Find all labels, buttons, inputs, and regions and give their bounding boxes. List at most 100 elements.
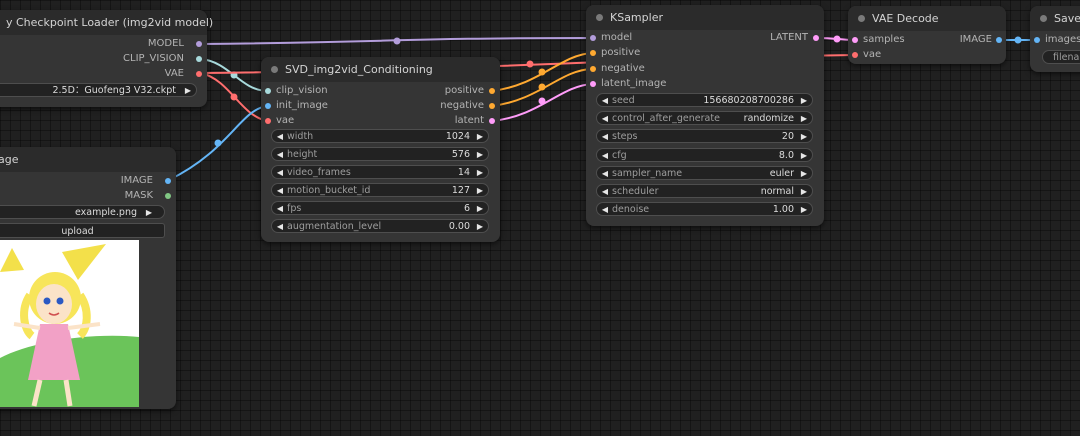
image-value: example.png [75, 207, 137, 218]
collapse-dot-icon[interactable] [596, 14, 603, 21]
cfg-widget[interactable]: ◀ cfg 8.0 ▶ [596, 148, 813, 162]
chevron-right-icon[interactable]: ▶ [799, 130, 809, 144]
seed-widget[interactable]: ◀ seed 156680208700286 ▶ [596, 93, 813, 107]
input-samples-label: samples [863, 34, 905, 45]
filename-prefix-widget[interactable]: filenam [1042, 50, 1080, 64]
vae-decode-node[interactable]: VAE Decode samples vae IMAGE [848, 6, 1006, 64]
input-images-slot[interactable] [1034, 37, 1040, 43]
chevron-right-icon[interactable]: ▶ [799, 167, 809, 181]
height-widget[interactable]: ◀ height 576 ▶ [271, 147, 489, 161]
checkpoint-loader-node[interactable]: y Checkpoint Loader (img2vid model) MODE… [0, 10, 213, 107]
chevron-right-icon[interactable]: ▶ [475, 202, 485, 216]
widget-label: video_frames [287, 167, 351, 178]
chevron-right-icon[interactable]: ▶ [799, 94, 809, 108]
input-clip-vision-slot[interactable] [265, 88, 271, 94]
output-mask-label: MASK [124, 190, 153, 201]
chevron-right-icon[interactable]: ▶ [799, 112, 809, 126]
scheduler-widget[interactable]: ◀ scheduler normal ▶ [596, 184, 813, 198]
output-mask-slot[interactable] [165, 193, 171, 199]
chevron-right-icon[interactable]: ▶ [475, 166, 485, 180]
chevron-left-icon[interactable]: ◀ [275, 220, 285, 234]
output-model-slot[interactable] [196, 41, 202, 47]
chevron-right-icon[interactable]: ▶ [475, 220, 485, 234]
node-title: SVD_img2vid_Conditioning [285, 63, 433, 76]
chevron-left-icon[interactable]: ◀ [600, 94, 610, 108]
chevron-left-icon[interactable]: ◀ [275, 166, 285, 180]
widget-value: 1.00 [772, 204, 794, 215]
sampler-name-widget[interactable]: ◀ sampler_name euler ▶ [596, 166, 813, 180]
motion-bucket-id-widget[interactable]: ◀ motion_bucket_id 127 ▶ [271, 183, 489, 197]
output-latent-label: LATENT [770, 32, 808, 43]
chevron-right-icon[interactable]: ▶ [799, 149, 809, 163]
input-positive-label: positive [601, 47, 641, 58]
input-positive-slot[interactable] [590, 50, 596, 56]
output-image-slot[interactable] [996, 37, 1002, 43]
node-header[interactable]: KSampler [586, 5, 824, 30]
chevron-left-icon[interactable]: ◀ [600, 185, 610, 199]
input-latent-image-label: latent_image [601, 78, 667, 89]
output-latent-label: latent [454, 115, 484, 126]
input-vae-slot[interactable] [265, 118, 271, 124]
output-negative-slot[interactable] [489, 103, 495, 109]
ksampler-node[interactable]: KSampler model positive negative latent_… [586, 5, 824, 226]
collapse-dot-icon[interactable] [1040, 15, 1047, 22]
load-image-node[interactable]: age IMAGE MASK example.png ▶ upload [0, 147, 176, 409]
chevron-right-icon[interactable]: ▶ [475, 148, 485, 162]
save-image-node[interactable]: Save images filenam [1030, 6, 1080, 72]
output-image-slot[interactable] [165, 178, 171, 184]
output-vae-slot[interactable] [196, 71, 202, 77]
video-frames-widget[interactable]: ◀ video_frames 14 ▶ [271, 165, 489, 179]
chevron-right-icon[interactable]: ▶ [183, 84, 193, 98]
steps-widget[interactable]: ◀ steps 20 ▶ [596, 129, 813, 143]
node-header[interactable]: age [0, 147, 176, 172]
chevron-right-icon[interactable]: ▶ [799, 185, 809, 199]
output-clip-vision-slot[interactable] [196, 56, 202, 62]
collapse-dot-icon[interactable] [858, 15, 865, 22]
node-header[interactable]: VAE Decode [848, 6, 1006, 31]
widget-label: augmentation_level [287, 221, 382, 232]
output-latent-slot[interactable] [813, 35, 819, 41]
node-header[interactable]: y Checkpoint Loader (img2vid model) [0, 10, 213, 35]
fps-widget[interactable]: ◀ fps 6 ▶ [271, 201, 489, 215]
widget-value: 8.0 [778, 150, 794, 161]
chevron-right-icon[interactable]: ▶ [144, 206, 154, 220]
widget-value: 1024 [445, 131, 470, 142]
augmentation-level-widget[interactable]: ◀ augmentation_level 0.00 ▶ [271, 219, 489, 233]
node-header[interactable]: Save [1030, 6, 1080, 31]
chevron-left-icon[interactable]: ◀ [600, 167, 610, 181]
collapse-dot-icon[interactable] [271, 66, 278, 73]
chevron-left-icon[interactable]: ◀ [600, 112, 610, 126]
control-after-generate-widget[interactable]: ◀ control_after_generate randomize ▶ [596, 111, 813, 125]
output-latent-slot[interactable] [489, 118, 495, 124]
denoise-widget[interactable]: ◀ denoise 1.00 ▶ [596, 202, 813, 216]
input-negative-slot[interactable] [590, 66, 596, 72]
chevron-left-icon[interactable]: ◀ [275, 130, 285, 144]
input-samples-slot[interactable] [852, 37, 858, 43]
chevron-left-icon[interactable]: ◀ [275, 184, 285, 198]
chevron-right-icon[interactable]: ▶ [475, 184, 485, 198]
input-vae-slot[interactable] [852, 52, 858, 58]
node-title: Save [1054, 12, 1080, 25]
upload-button[interactable]: upload [0, 223, 165, 238]
output-positive-slot[interactable] [489, 88, 495, 94]
input-vae-label: vae [863, 49, 882, 60]
svd-conditioning-node[interactable]: SVD_img2vid_Conditioning clip_vision ini… [261, 57, 500, 242]
input-images-label: images [1045, 34, 1080, 45]
input-model-slot[interactable] [590, 35, 596, 41]
input-init-image-slot[interactable] [265, 103, 271, 109]
chevron-right-icon[interactable]: ▶ [475, 130, 485, 144]
node-header[interactable]: SVD_img2vid_Conditioning [261, 57, 500, 82]
image-select-widget[interactable]: example.png ▶ [0, 205, 165, 219]
chevron-right-icon[interactable]: ▶ [799, 203, 809, 217]
chevron-left-icon[interactable]: ◀ [275, 202, 285, 216]
chevron-left-icon[interactable]: ◀ [600, 130, 610, 144]
input-latent-image-slot[interactable] [590, 81, 596, 87]
chevron-left-icon[interactable]: ◀ [600, 149, 610, 163]
width-widget[interactable]: ◀ width 1024 ▶ [271, 129, 489, 143]
ckpt-name-widget[interactable]: 2.5D：Guofeng3 V32.ckpt ▶ [0, 83, 197, 97]
chevron-left-icon[interactable]: ◀ [275, 148, 285, 162]
widget-label: control_after_generate [612, 113, 720, 124]
widget-value: randomize [743, 113, 794, 124]
ckpt-value: 2.5D：Guofeng3 V32.ckpt [52, 85, 176, 96]
chevron-left-icon[interactable]: ◀ [600, 203, 610, 217]
